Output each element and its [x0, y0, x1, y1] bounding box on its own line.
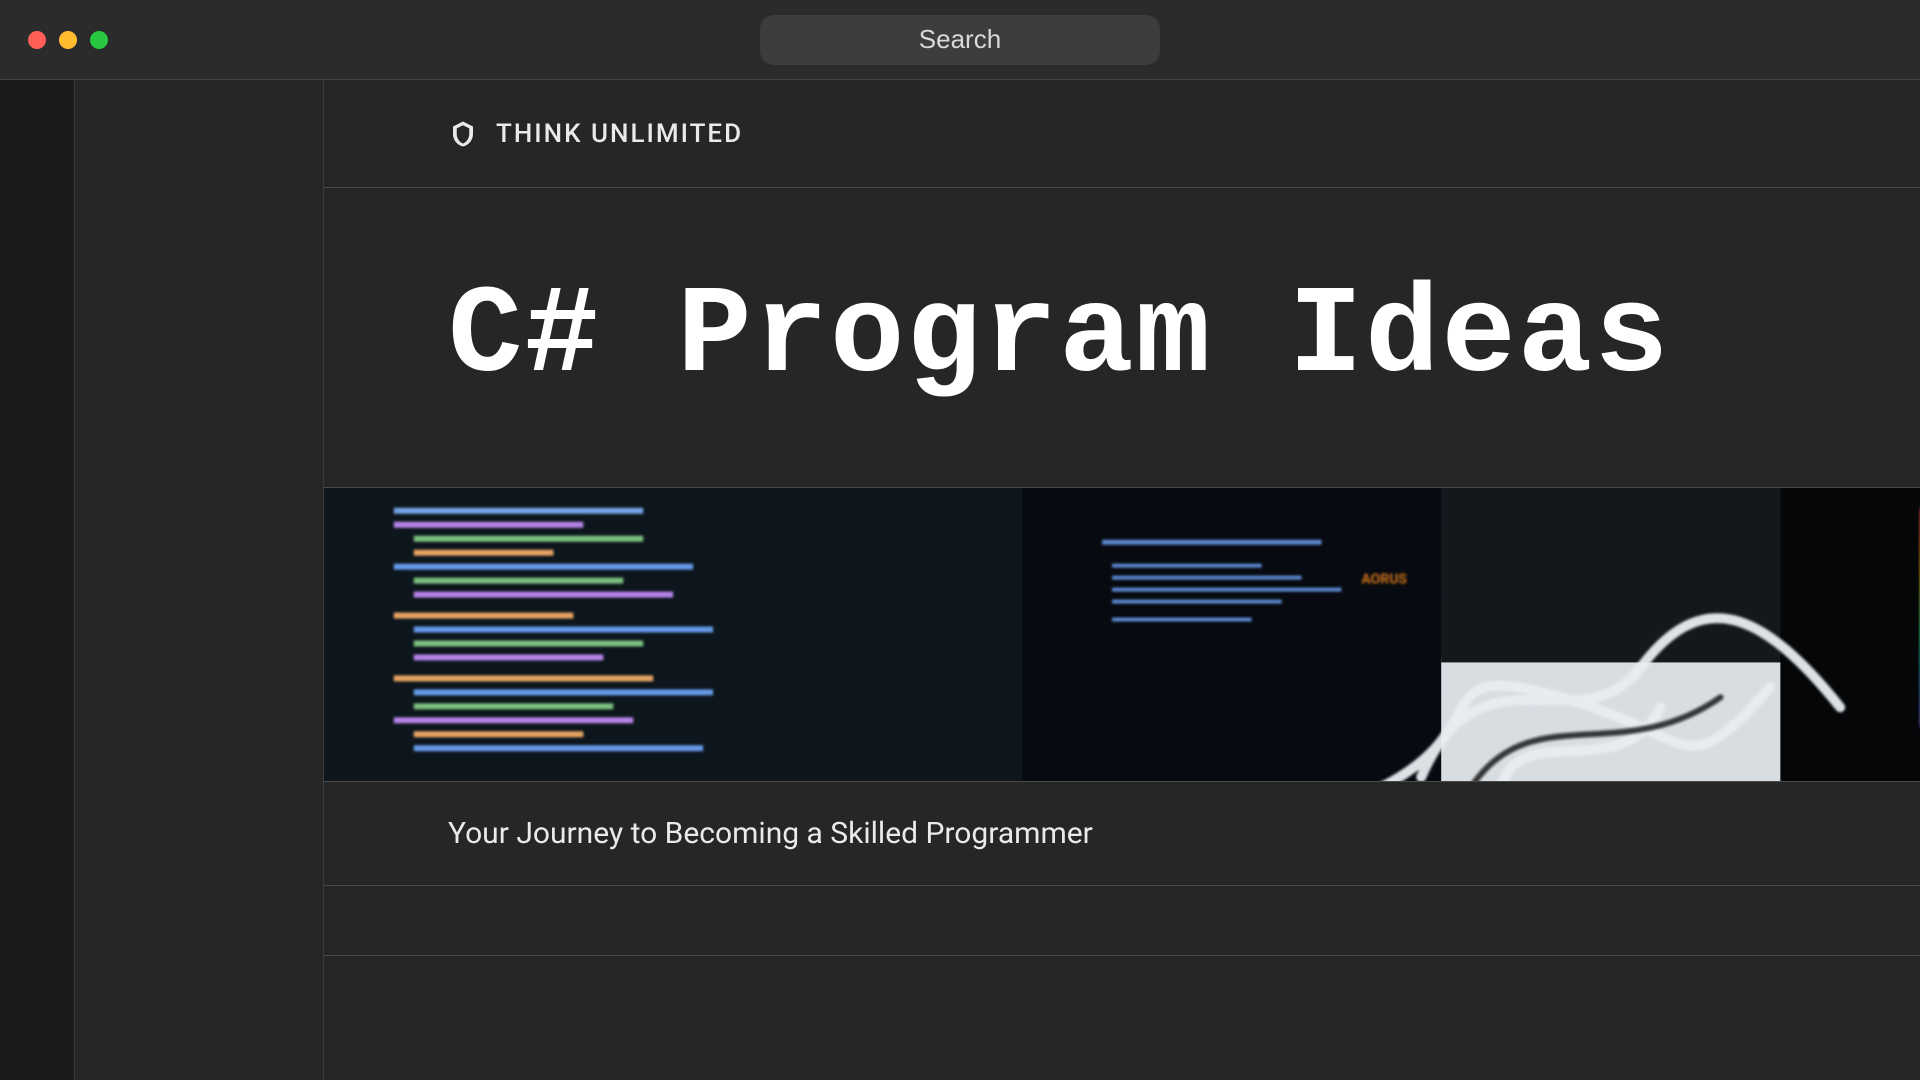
- subtitle-row: Your Journey to Becoming a Skilled Progr…: [324, 782, 1920, 886]
- page-title: C# Program Ideas: [448, 268, 1671, 408]
- search-container: [760, 15, 1160, 65]
- brand-name: THINK UNLIMITED: [496, 119, 743, 149]
- main-content: THINK UNLIMITED C# Program Ideas: [324, 80, 1920, 1080]
- sidebar-strip: [74, 80, 324, 1080]
- window-controls: [28, 31, 108, 49]
- left-gutter: [0, 80, 74, 1080]
- window-titlebar: [0, 0, 1920, 80]
- hero-title-row: C# Program Ideas: [324, 188, 1920, 488]
- page-subtitle: Your Journey to Becoming a Skilled Progr…: [448, 816, 1093, 851]
- hero-image: AORUS: [324, 488, 1920, 781]
- window-minimize-button[interactable]: [59, 31, 77, 49]
- brand-shield-icon: [448, 119, 478, 149]
- svg-text:AORUS: AORUS: [1361, 572, 1407, 588]
- content-row-empty-1: [324, 886, 1920, 956]
- window-maximize-button[interactable]: [90, 31, 108, 49]
- search-input[interactable]: [760, 15, 1160, 65]
- content-row-empty-2: [324, 956, 1920, 1026]
- brand-row: THINK UNLIMITED: [324, 80, 1920, 188]
- window-close-button[interactable]: [28, 31, 46, 49]
- hero-image-row: AORUS: [324, 488, 1920, 782]
- workspace: THINK UNLIMITED C# Program Ideas: [0, 80, 1920, 1080]
